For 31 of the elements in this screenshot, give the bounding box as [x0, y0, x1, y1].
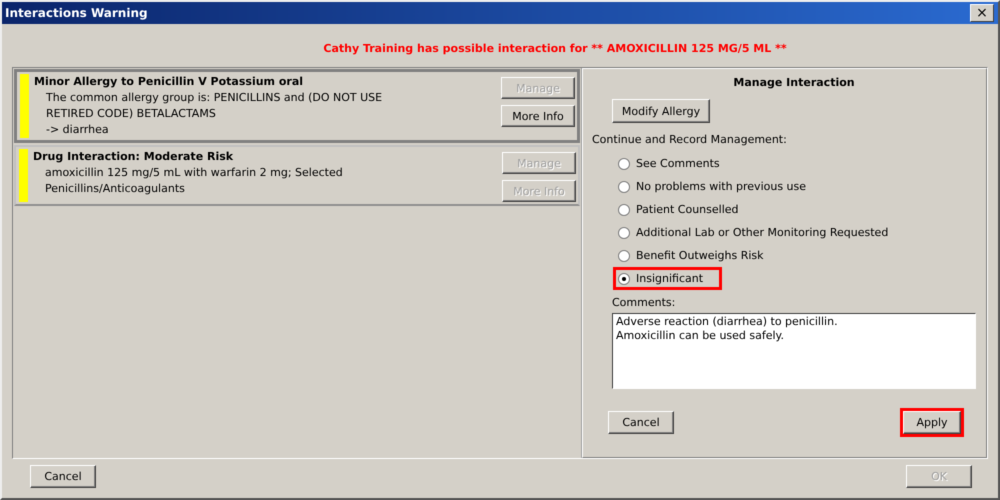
modify-allergy-button[interactable]: Modify Allergy	[612, 99, 710, 123]
alert-title: Minor Allergy to Penicillin V Potassium oral	[34, 74, 304, 90]
radio-button[interactable]	[618, 226, 630, 238]
more-info-button[interactable]: More Info	[501, 105, 575, 127]
apply-button[interactable]: Apply	[903, 411, 961, 434]
window-title: Interactions Warning	[5, 6, 148, 20]
radio-option[interactable]: Insignificant	[616, 270, 720, 287]
comments-field[interactable]: Adverse reaction (diarrhea) to penicillin. Amoxicillin can be used safely.	[612, 313, 976, 389]
radio-button[interactable]	[618, 158, 630, 170]
comments-label: Comments:	[612, 296, 676, 309]
section-label: Continue and Record Management:	[592, 133, 788, 146]
alert-title: Drug Interaction: Moderate Risk	[33, 149, 234, 165]
cancel-button[interactable]: Cancel	[608, 411, 674, 434]
radio-button[interactable]	[618, 180, 630, 192]
radio-option[interactable]: Patient Counselled	[616, 201, 755, 218]
radio-option[interactable]: Additional Lab or Other Monitoring Requested	[616, 224, 904, 241]
cancel-button[interactable]: Cancel	[30, 465, 96, 488]
radio-button[interactable]	[618, 250, 630, 262]
alert-detail: amoxicillin 125 mg/5 mL with warfarin 2 mg; Selected	[44, 165, 344, 181]
alert-detail: -> diarrhea	[45, 122, 110, 138]
panel-title: Manage Interaction	[732, 75, 856, 91]
close-button[interactable]: ×	[970, 4, 994, 22]
radio-button[interactable]	[618, 272, 630, 284]
warning-message: Cathy Training has possible interaction for ** AMOXICILLIN 125 MG/5 ML **	[322, 41, 788, 57]
radio-option[interactable]: See Comments	[616, 155, 736, 172]
radio-option[interactable]: Benefit Outweighs Risk	[616, 247, 780, 264]
radio-option[interactable]: No problems with previous use	[616, 178, 822, 195]
alert-detail: The common allergy group is: PENICILLINS and (DO NOT USE	[45, 90, 384, 106]
alert-detail: RETIRED CODE) BETALACTAMS	[45, 106, 217, 122]
radio-button[interactable]	[618, 204, 630, 216]
alert-detail: Penicillins/Anticoagulants	[44, 181, 186, 197]
